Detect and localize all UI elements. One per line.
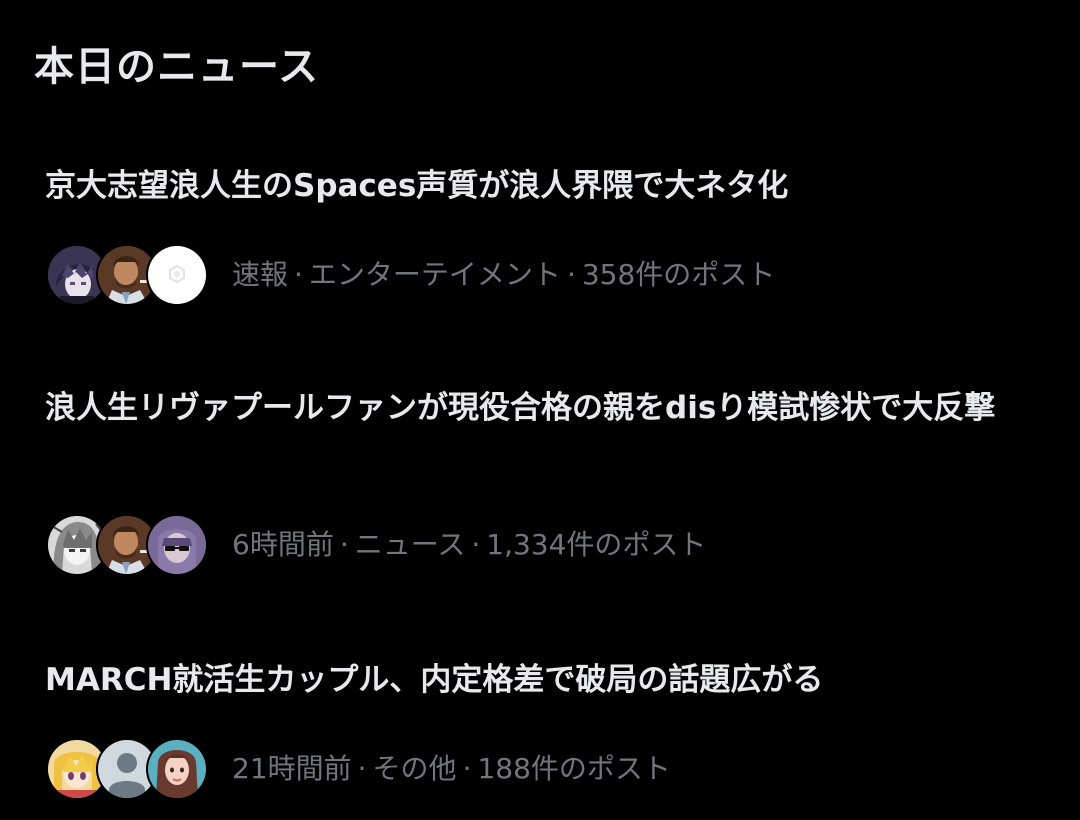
- meta-separator: ·: [471, 528, 481, 561]
- news-time: 21時間前: [232, 752, 352, 785]
- news-headline[interactable]: 京大志望浪人生のSpaces声質が浪人界隈で大ネタ化: [45, 164, 1025, 209]
- meta-separator: ·: [462, 752, 472, 785]
- news-post-count: 358件のポスト: [581, 258, 776, 291]
- news-time: 速報: [232, 258, 289, 291]
- news-meta-text: 速報 · エンターテイメント · 358件のポスト: [232, 255, 775, 295]
- news-item[interactable]: 浪人生リヴァプールファンが現役合格の親をdisり模試惨状で大反撃 6時間前 · …: [0, 372, 1080, 592]
- news-post-count: 188件のポスト: [477, 752, 671, 785]
- news-meta-text: 6時間前 · ニュース · 1,334件のポスト: [232, 525, 706, 565]
- news-category: ニュース: [354, 528, 466, 561]
- news-meta: 21時間前 · その他 · 188件のポスト: [46, 738, 671, 800]
- meta-separator: ·: [566, 258, 576, 291]
- white-logo-avatar: [146, 244, 208, 306]
- avatar-stack: [46, 514, 216, 576]
- news-item[interactable]: MARCH就活生カップル、内定格差で破局の話題広がる 21時間前 · その他 ·…: [0, 644, 1080, 814]
- news-item[interactable]: 京大志望浪人生のSpaces声質が浪人界隈で大ネタ化 速報 · エンターテイメン…: [0, 150, 1080, 320]
- news-post-count: 1,334件のポスト: [486, 528, 707, 561]
- sunglasses-avatar: [146, 514, 208, 576]
- news-meta-text: 21時間前 · その他 · 188件のポスト: [232, 749, 671, 789]
- woman-portrait-avatar: [146, 738, 208, 800]
- section-title: 本日のニュース: [34, 44, 319, 90]
- meta-separator: ·: [357, 752, 367, 785]
- news-time: 6時間前: [232, 528, 334, 561]
- news-headline[interactable]: MARCH就活生カップル、内定格差で破局の話題広がる: [45, 658, 1025, 703]
- news-category: その他: [372, 752, 457, 785]
- avatar-stack: [46, 244, 216, 306]
- avatar-stack: [46, 738, 216, 800]
- news-meta: 速報 · エンターテイメント · 358件のポスト: [46, 244, 775, 306]
- news-meta: 6時間前 · ニュース · 1,334件のポスト: [46, 514, 706, 576]
- meta-separator: ·: [339, 528, 349, 561]
- news-headline[interactable]: 浪人生リヴァプールファンが現役合格の親をdisり模試惨状で大反撃: [45, 386, 1025, 431]
- meta-separator: ·: [294, 258, 303, 291]
- news-category: エンターテイメント: [308, 258, 561, 291]
